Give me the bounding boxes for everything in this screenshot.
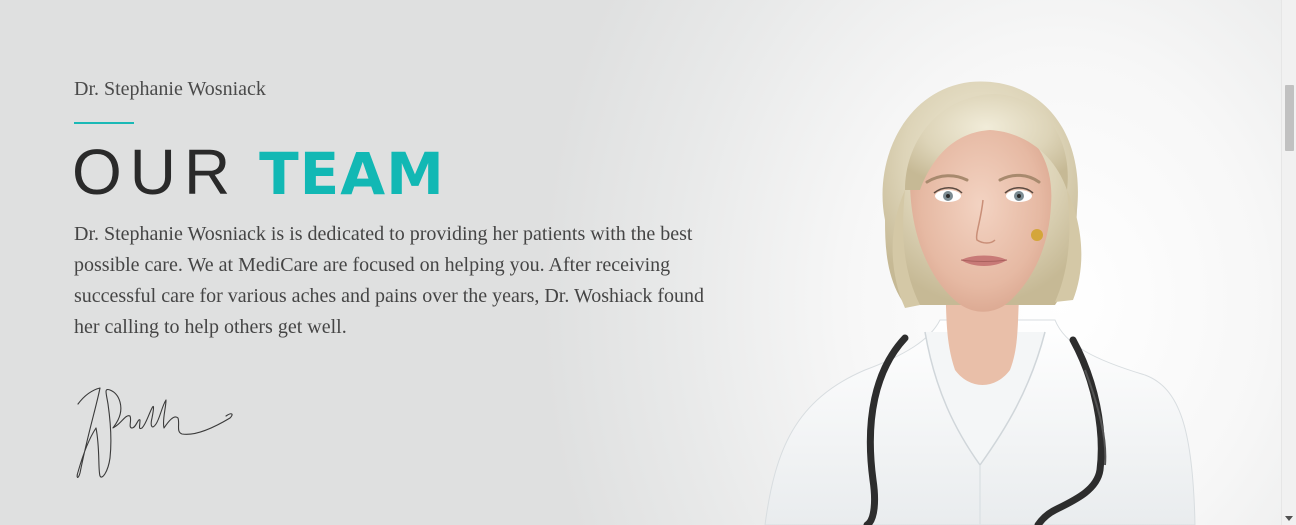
- section-title: OUR TEAM: [72, 134, 445, 212]
- doctor-portrait: [764, 81, 1196, 525]
- chevron-down-icon[interactable]: [1285, 516, 1293, 521]
- signature-image: [76, 387, 233, 478]
- section-title-light: OUR: [72, 136, 239, 208]
- page-scrollbar[interactable]: [1281, 0, 1296, 525]
- accent-divider: [74, 122, 134, 124]
- scrollbar-thumb[interactable]: [1285, 85, 1294, 151]
- doctor-name-eyebrow: Dr. Stephanie Wosniack: [74, 78, 266, 100]
- team-section: Dr. Stephanie Wosniack OUR TEAM Dr. Step…: [0, 0, 1281, 525]
- doctor-bio: Dr. Stephanie Wosniack is is dedicated t…: [74, 223, 705, 338]
- section-title-bold: TEAM: [259, 140, 445, 208]
